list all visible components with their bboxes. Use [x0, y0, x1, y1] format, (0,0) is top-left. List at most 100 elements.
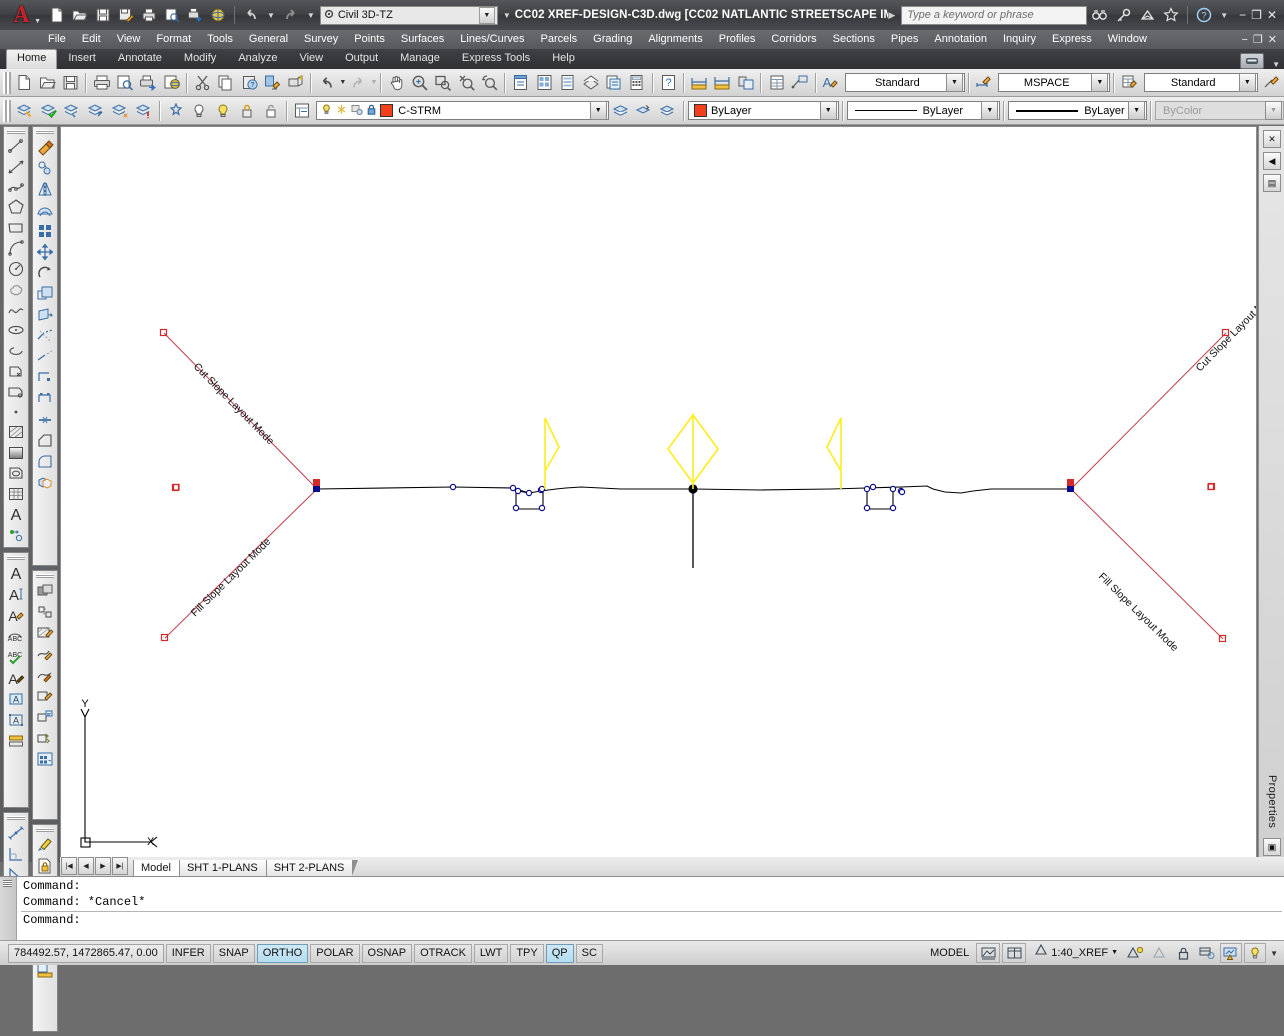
layer-states-icon[interactable] — [108, 99, 132, 122]
design-center-icon[interactable] — [533, 71, 556, 94]
ribbon-tab-analyze[interactable]: Analyze — [227, 49, 288, 69]
menu-item-lines-curves[interactable]: Lines/Curves — [452, 30, 532, 49]
open-file-icon[interactable] — [69, 4, 91, 26]
status-toggle-infer[interactable]: INFER — [166, 944, 211, 963]
command-line-text[interactable]: Command: Command: *Cancel* Command: — [17, 877, 1284, 941]
help-icon[interactable]: ? — [657, 71, 680, 94]
region-icon[interactable] — [5, 463, 27, 483]
status-toggle-osnap[interactable]: OSNAP — [362, 944, 413, 963]
extend-icon[interactable] — [34, 346, 56, 367]
arc-icon[interactable] — [5, 238, 27, 258]
edit-polyline-icon[interactable] — [34, 643, 56, 664]
ribbon-tab-output[interactable]: Output — [334, 49, 389, 69]
zoom-window-icon[interactable] — [432, 71, 455, 94]
layer-make-current-icon[interactable] — [37, 99, 61, 122]
menu-item-annotation[interactable]: Annotation — [926, 30, 995, 49]
menu-item-survey[interactable]: Survey — [296, 30, 346, 49]
draw-order-icon[interactable] — [34, 580, 56, 601]
undo-dropdown-icon[interactable]: ▼ — [267, 11, 275, 20]
toolbar-grip[interactable] — [36, 828, 54, 832]
autodesk-360-icon[interactable] — [1135, 4, 1159, 26]
scale-icon[interactable] — [34, 283, 56, 304]
redo-icon[interactable] — [280, 4, 302, 26]
toolbar-grip[interactable] — [3, 72, 11, 94]
construction-line-icon[interactable] — [5, 156, 27, 176]
dimension-style-icon[interactable] — [973, 71, 996, 94]
status-toggle-lwt[interactable]: LWT — [474, 944, 508, 963]
ribbon-minimize-button[interactable] — [1240, 53, 1264, 69]
dim-copy-icon[interactable] — [734, 71, 757, 94]
dim-ordinate-icon[interactable] — [5, 843, 27, 864]
help-icon[interactable]: ? — [1192, 4, 1216, 26]
lock-toolbars-icon[interactable] — [1172, 944, 1194, 962]
gradient-icon[interactable] — [5, 443, 27, 463]
single-line-text-icon[interactable]: A — [5, 583, 27, 604]
layout-tab-sht-2-plans[interactable]: SHT 2-PLANS — [266, 860, 354, 876]
coordinates-display[interactable]: 784492.57, 1472865.47, 0.00 — [8, 944, 164, 963]
status-toggle-qp[interactable]: QP — [546, 944, 574, 963]
layer-off-icon[interactable] — [187, 99, 211, 122]
status-toggle-polar[interactable]: POLAR — [310, 944, 359, 963]
table-style-manager-icon[interactable] — [1118, 71, 1141, 94]
point-icon[interactable] — [5, 402, 27, 422]
layer-isolate-icon[interactable] — [164, 99, 188, 122]
revision-cloud-icon[interactable] — [5, 279, 27, 299]
doc-minimize-button[interactable]: − — [1241, 34, 1247, 46]
insert-block-icon[interactable] — [5, 361, 27, 381]
ribbon-minimize-dropdown-icon[interactable]: ▼ — [1272, 60, 1280, 69]
save-icon[interactable] — [59, 71, 82, 94]
layer-on-icon[interactable] — [320, 103, 333, 119]
minimize-button[interactable]: − — [1239, 8, 1246, 22]
save-icon[interactable] — [92, 4, 114, 26]
block-attribute-manager-icon[interactable] — [34, 748, 56, 769]
polyline-icon[interactable] — [5, 177, 27, 197]
layer-match-icon[interactable] — [84, 99, 108, 122]
ribbon-tab-annotate[interactable]: Annotate — [107, 49, 173, 69]
join-icon[interactable] — [34, 409, 56, 430]
linear-dimension-icon[interactable] — [688, 71, 711, 94]
menu-item-alignments[interactable]: Alignments — [640, 30, 710, 49]
help-dropdown-icon[interactable]: ▼ — [1220, 11, 1228, 20]
plot-icon[interactable] — [138, 4, 160, 26]
chevron-down-icon[interactable]: ▼ — [590, 101, 607, 120]
toolbar-grip[interactable] — [7, 130, 25, 134]
layer-lock-status-icon[interactable] — [365, 103, 378, 119]
toolbar-grip[interactable] — [36, 574, 54, 578]
status-menu-icon[interactable]: ▼ — [1270, 949, 1278, 958]
ribbon-tab-help[interactable]: Help — [541, 49, 586, 69]
chevron-down-icon[interactable]: ▼ — [1091, 73, 1108, 92]
edit-spline-icon[interactable] — [34, 664, 56, 685]
copy-icon[interactable] — [214, 71, 237, 94]
stretch-icon[interactable] — [34, 304, 56, 325]
chevron-down-icon[interactable]: ▼ — [981, 101, 998, 120]
express-lock-icon[interactable] — [34, 855, 56, 876]
ribbon-tab-modify[interactable]: Modify — [173, 49, 227, 69]
add-point-icon[interactable] — [5, 525, 27, 545]
new-file-icon[interactable] — [46, 4, 68, 26]
multileader-style-icon[interactable] — [1261, 71, 1284, 94]
last-tab-button[interactable]: ▶| — [112, 857, 128, 875]
chevron-down-icon[interactable]: ▼ — [1128, 101, 1145, 120]
pan-icon[interactable] — [385, 71, 408, 94]
break-icon[interactable] — [34, 367, 56, 388]
prev-tab-button[interactable]: ◀ — [78, 857, 94, 875]
hatch-icon[interactable] — [5, 422, 27, 442]
text-icon[interactable]: A — [5, 562, 27, 583]
markup-set-icon[interactable] — [602, 71, 625, 94]
publish-icon[interactable] — [137, 71, 160, 94]
status-toggle-otrack[interactable]: OTRACK — [414, 944, 472, 963]
chamfer-icon[interactable] — [34, 430, 56, 451]
menu-item-pipes[interactable]: Pipes — [883, 30, 927, 49]
toolbar-grip[interactable] — [3, 100, 11, 122]
menu-item-parcels[interactable]: Parcels — [532, 30, 585, 49]
ribbon-tab-insert[interactable]: Insert — [57, 49, 107, 69]
first-tab-button[interactable]: |◀ — [61, 857, 77, 875]
workspace-selector[interactable]: Civil 3D-TZ ▼ — [320, 6, 498, 25]
layer-freeze-icon[interactable] — [335, 103, 348, 119]
text-style-icon[interactable]: A — [820, 71, 843, 94]
toolbar-grip[interactable] — [7, 556, 25, 560]
properties-expand-icon[interactable]: ▣ — [1263, 838, 1281, 856]
block-editor-icon[interactable] — [284, 71, 307, 94]
redo-icon[interactable] — [346, 71, 369, 94]
plot-style-icon[interactable] — [160, 71, 183, 94]
